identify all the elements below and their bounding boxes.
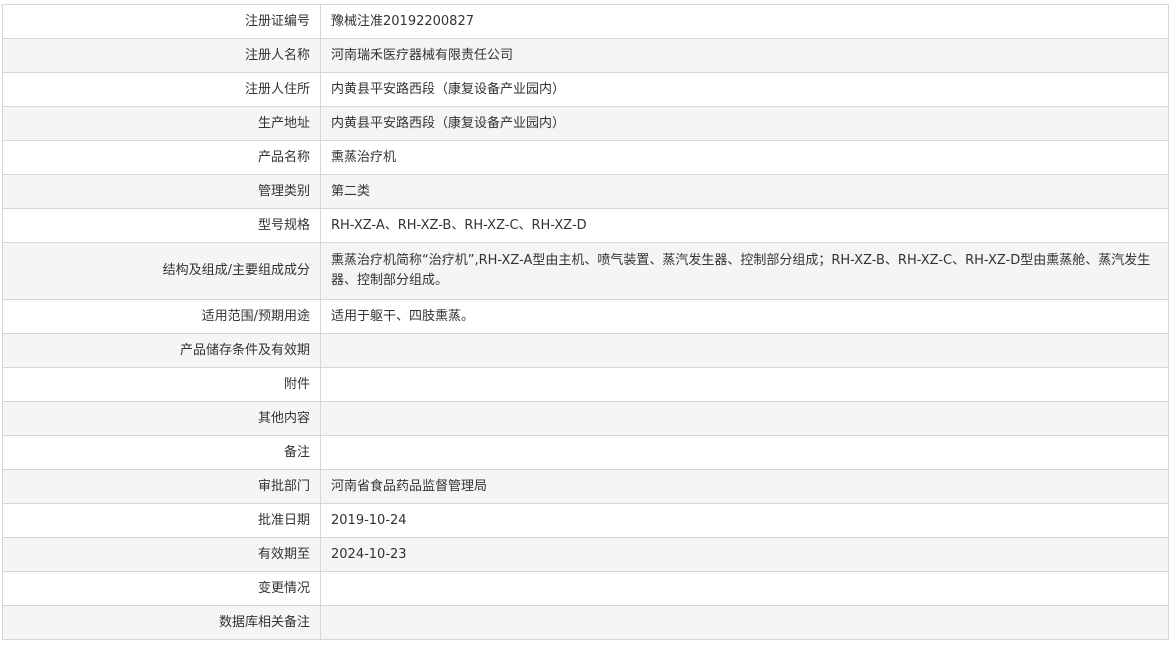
row-label: 批准日期 — [2, 503, 321, 538]
row-label: 注册人名称 — [2, 38, 321, 73]
table-row: 备注 — [2, 435, 1169, 470]
row-label: 适用范围/预期用途 — [2, 299, 321, 334]
table-row: 产品储存条件及有效期 — [2, 333, 1169, 368]
table-row: 注册证编号 豫械注准20192200827 — [2, 4, 1169, 39]
row-label: 产品名称 — [2, 140, 321, 175]
row-value — [320, 367, 1169, 402]
row-value: 2024-10-23 — [320, 537, 1169, 572]
table-row: 注册人住所 内黄县平安路西段（康复设备产业园内） — [2, 72, 1169, 107]
row-value: 河南瑞禾医疗器械有限责任公司 — [320, 38, 1169, 73]
row-value — [320, 605, 1169, 640]
table-row: 产品名称 熏蒸治疗机 — [2, 140, 1169, 175]
table-row: 生产地址 内黄县平安路西段（康复设备产业园内） — [2, 106, 1169, 141]
row-label: 其他内容 — [2, 401, 321, 436]
row-label: 产品储存条件及有效期 — [2, 333, 321, 368]
row-value — [320, 435, 1169, 470]
registration-record-table: 注册证编号 豫械注准20192200827 注册人名称 河南瑞禾医疗器械有限责任… — [2, 4, 1169, 640]
row-value: 内黄县平安路西段（康复设备产业园内） — [320, 72, 1169, 107]
table-row: 型号规格 RH-XZ-A、RH-XZ-B、RH-XZ-C、RH-XZ-D — [2, 208, 1169, 243]
table-row: 审批部门 河南省食品药品监督管理局 — [2, 469, 1169, 504]
row-label: 备注 — [2, 435, 321, 470]
table-row: 附件 — [2, 367, 1169, 402]
row-label: 有效期至 — [2, 537, 321, 572]
row-label: 数据库相关备注 — [2, 605, 321, 640]
row-label: 审批部门 — [2, 469, 321, 504]
row-label: 结构及组成/主要组成成分 — [2, 242, 321, 300]
row-value: 熏蒸治疗机简称“治疗机”,RH-XZ-A型由主机、喷气装置、蒸汽发生器、控制部分… — [320, 242, 1169, 300]
row-value: 适用于躯干、四肢熏蒸。 — [320, 299, 1169, 334]
row-label: 附件 — [2, 367, 321, 402]
table-row: 变更情况 — [2, 571, 1169, 606]
row-value — [320, 571, 1169, 606]
row-value: 2019-10-24 — [320, 503, 1169, 538]
table-row: 其他内容 — [2, 401, 1169, 436]
row-label: 注册人住所 — [2, 72, 321, 107]
row-value — [320, 333, 1169, 368]
row-value — [320, 401, 1169, 436]
row-value: 熏蒸治疗机 — [320, 140, 1169, 175]
table-row: 数据库相关备注 — [2, 605, 1169, 640]
row-label: 生产地址 — [2, 106, 321, 141]
row-value: 河南省食品药品监督管理局 — [320, 469, 1169, 504]
row-value: 豫械注准20192200827 — [320, 4, 1169, 39]
table-row: 适用范围/预期用途 适用于躯干、四肢熏蒸。 — [2, 299, 1169, 334]
row-label: 注册证编号 — [2, 4, 321, 39]
row-value: RH-XZ-A、RH-XZ-B、RH-XZ-C、RH-XZ-D — [320, 208, 1169, 243]
table-row: 批准日期 2019-10-24 — [2, 503, 1169, 538]
row-value: 第二类 — [320, 174, 1169, 209]
row-label: 型号规格 — [2, 208, 321, 243]
table-row: 有效期至 2024-10-23 — [2, 537, 1169, 572]
row-label: 变更情况 — [2, 571, 321, 606]
table-row: 注册人名称 河南瑞禾医疗器械有限责任公司 — [2, 38, 1169, 73]
table-row: 结构及组成/主要组成成分 熏蒸治疗机简称“治疗机”,RH-XZ-A型由主机、喷气… — [2, 242, 1169, 300]
table-row: 管理类别 第二类 — [2, 174, 1169, 209]
row-label: 管理类别 — [2, 174, 321, 209]
row-value: 内黄县平安路西段（康复设备产业园内） — [320, 106, 1169, 141]
